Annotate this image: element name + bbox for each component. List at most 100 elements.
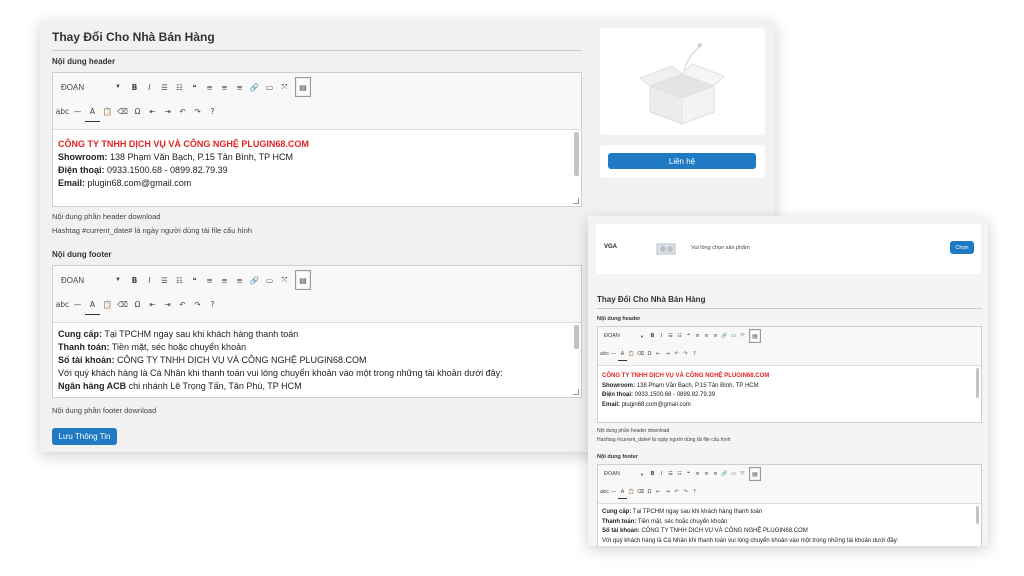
align-right-icon[interactable]: ≡ (711, 330, 720, 342)
horizontal-line-icon[interactable]: — (70, 296, 85, 314)
strikethrough-icon[interactable]: abc (600, 486, 609, 498)
align-center-icon[interactable]: ≡ (702, 330, 711, 342)
fullscreen-icon[interactable]: ⤧ (277, 271, 292, 289)
indent-icon[interactable]: ⇥ (663, 486, 672, 498)
bullet-list-icon[interactable]: ☰ (666, 468, 675, 480)
footer-scrollbar[interactable] (574, 325, 579, 349)
align-left-icon[interactable]: ≡ (202, 78, 217, 96)
align-center-icon[interactable]: ≡ (217, 271, 232, 289)
help-icon[interactable]: ? (205, 296, 220, 314)
paste-text-icon[interactable]: 📋 (627, 486, 636, 498)
numbered-list-icon[interactable]: ☷ (675, 468, 684, 480)
resize-handle-icon[interactable] (573, 389, 579, 395)
strikethrough-icon[interactable]: abc (55, 296, 70, 314)
clear-format-icon[interactable]: ⌫ (115, 296, 130, 314)
align-right-icon[interactable]: ≡ (232, 271, 247, 289)
footer-scrollbar[interactable] (976, 506, 979, 524)
header-scrollbar[interactable] (574, 132, 579, 176)
paste-text-icon[interactable]: 📋 (627, 348, 636, 360)
strikethrough-icon[interactable]: abc (55, 103, 70, 121)
read-more-icon[interactable]: ▭ (729, 468, 738, 480)
secondary-header-content[interactable]: CÔNG TY TNHH DỊCH VỤ VÀ CÔNG NGHỆ PLUGIN… (598, 365, 981, 422)
bold-icon[interactable]: B (648, 468, 657, 480)
blockquote-icon[interactable]: ❝ (684, 468, 693, 480)
align-right-icon[interactable]: ≡ (711, 468, 720, 480)
read-more-icon[interactable]: ▭ (262, 78, 277, 96)
italic-icon[interactable]: I (657, 468, 666, 480)
special-char-icon[interactable]: Ω (130, 296, 145, 314)
help-icon[interactable]: ? (205, 103, 220, 121)
clear-format-icon[interactable]: ⌫ (115, 103, 130, 121)
indent-icon[interactable]: ⇥ (160, 103, 175, 121)
align-left-icon[interactable]: ≡ (202, 271, 217, 289)
bullet-list-icon[interactable]: ☰ (157, 271, 172, 289)
horizontal-line-icon[interactable]: — (609, 486, 618, 498)
indent-icon[interactable]: ⇥ (663, 348, 672, 360)
align-center-icon[interactable]: ≡ (217, 78, 232, 96)
text-color-icon[interactable]: A (618, 486, 627, 499)
bold-icon[interactable]: B (648, 330, 657, 342)
redo-icon[interactable]: ↷ (190, 103, 205, 121)
link-icon[interactable]: 🔗 (247, 78, 262, 96)
bold-icon[interactable]: B (127, 78, 142, 96)
numbered-list-icon[interactable]: ☷ (172, 271, 187, 289)
bold-icon[interactable]: B (127, 271, 142, 289)
special-char-icon[interactable]: Ω (645, 486, 654, 498)
strikethrough-icon[interactable]: abc (600, 348, 609, 360)
numbered-list-icon[interactable]: ☷ (675, 330, 684, 342)
contact-button[interactable]: Liên hệ (608, 153, 756, 169)
bullet-list-icon[interactable]: ☰ (666, 330, 675, 342)
help-icon[interactable]: ? (690, 348, 699, 360)
undo-icon[interactable]: ↶ (672, 348, 681, 360)
blockquote-icon[interactable]: ❝ (684, 330, 693, 342)
numbered-list-icon[interactable]: ☷ (172, 78, 187, 96)
link-icon[interactable]: 🔗 (720, 468, 729, 480)
blockquote-icon[interactable]: ❝ (187, 271, 202, 289)
fullscreen-icon[interactable]: ⤧ (738, 468, 747, 480)
align-center-icon[interactable]: ≡ (702, 468, 711, 480)
blockquote-icon[interactable]: ❝ (187, 78, 202, 96)
format-select[interactable]: ĐOẠN ▼ (55, 77, 127, 97)
link-icon[interactable]: 🔗 (247, 271, 262, 289)
outdent-icon[interactable]: ⇤ (145, 103, 160, 121)
fullscreen-icon[interactable]: ⤧ (277, 78, 292, 96)
special-char-icon[interactable]: Ω (130, 103, 145, 121)
italic-icon[interactable]: I (142, 78, 157, 96)
align-right-icon[interactable]: ≡ (232, 78, 247, 96)
bullet-list-icon[interactable]: ☰ (157, 78, 172, 96)
paste-text-icon[interactable]: 📋 (100, 103, 115, 121)
outdent-icon[interactable]: ⇤ (145, 296, 160, 314)
align-left-icon[interactable]: ≡ (693, 330, 702, 342)
choose-button[interactable]: Chọn (950, 241, 974, 254)
clear-format-icon[interactable]: ⌫ (636, 486, 645, 498)
footer-content[interactable]: Cung cấp: Tại TPCHM ngay sau khi khách h… (53, 322, 581, 397)
undo-icon[interactable]: ↶ (672, 486, 681, 498)
redo-icon[interactable]: ↷ (681, 486, 690, 498)
toolbar-toggle-button[interactable]: ▤ (749, 467, 761, 481)
header-scrollbar[interactable] (976, 368, 979, 398)
toolbar-toggle-button[interactable]: ▤ (295, 270, 311, 290)
header-content[interactable]: CÔNG TY TNHH DỊCH VỤ VÀ CÔNG NGHỆ PLUGIN… (53, 129, 581, 206)
horizontal-line-icon[interactable]: — (70, 103, 85, 121)
align-left-icon[interactable]: ≡ (693, 468, 702, 480)
indent-icon[interactable]: ⇥ (160, 296, 175, 314)
redo-icon[interactable]: ↷ (190, 296, 205, 314)
secondary-footer-content[interactable]: Cung cấp: Tại TPCHM ngay sau khi khách h… (598, 503, 981, 546)
special-char-icon[interactable]: Ω (645, 348, 654, 360)
toolbar-toggle-button[interactable]: ▤ (295, 77, 311, 97)
format-select[interactable]: ĐOẠN ▼ (55, 270, 127, 290)
outdent-icon[interactable]: ⇤ (654, 486, 663, 498)
undo-icon[interactable]: ↶ (175, 296, 190, 314)
format-select[interactable]: ĐOẠN ▼ (600, 329, 648, 343)
toolbar-toggle-button[interactable]: ▤ (749, 329, 761, 343)
clear-format-icon[interactable]: ⌫ (636, 348, 645, 360)
help-icon[interactable]: ? (690, 486, 699, 498)
read-more-icon[interactable]: ▭ (262, 271, 277, 289)
read-more-icon[interactable]: ▭ (729, 330, 738, 342)
redo-icon[interactable]: ↷ (681, 348, 690, 360)
text-color-icon[interactable]: A (85, 296, 100, 315)
outdent-icon[interactable]: ⇤ (654, 348, 663, 360)
undo-icon[interactable]: ↶ (175, 103, 190, 121)
italic-icon[interactable]: I (142, 271, 157, 289)
paste-text-icon[interactable]: 📋 (100, 296, 115, 314)
